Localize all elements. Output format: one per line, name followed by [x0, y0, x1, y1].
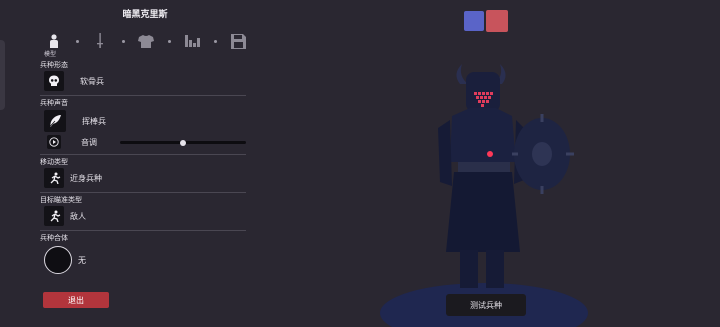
- unit-form-title: 兵种形态: [40, 61, 68, 69]
- sword-icon: [97, 33, 103, 48]
- step-weapons[interactable]: [92, 32, 108, 50]
- running-figure-icon: [50, 210, 60, 222]
- unit-combo-slot[interactable]: [44, 246, 72, 274]
- unit-name-title: 暗黑克里斯: [122, 10, 168, 20]
- movement-type-section: 移动类型 近身兵种: [40, 157, 246, 193]
- unit-voice-row[interactable]: 挥棒兵: [40, 108, 246, 134]
- floppy-disk-icon: [230, 33, 246, 49]
- step-separator: [167, 39, 171, 43]
- step-stats[interactable]: [184, 32, 200, 50]
- primary-color-swatch[interactable]: [464, 11, 484, 31]
- unit-character-model[interactable]: [430, 62, 580, 302]
- unit-combo-section: 兵种合体 无: [40, 233, 246, 279]
- target-type-value: 敌人: [70, 211, 86, 221]
- unit-form-row[interactable]: 软骨兵: [40, 70, 246, 92]
- unit-voice-icon-box[interactable]: [44, 110, 66, 132]
- skull-icon: [49, 75, 59, 86]
- step-clothing[interactable]: [138, 32, 154, 50]
- feather-icon: [48, 115, 61, 128]
- step-model-label: 模型: [44, 51, 57, 58]
- step-separator: [213, 39, 217, 43]
- step-save[interactable]: [230, 32, 246, 50]
- person-icon: [50, 34, 58, 48]
- unit-voice-section: 兵种声音 挥棒兵 音调: [40, 98, 246, 155]
- running-figure-icon: [50, 172, 60, 184]
- movement-type-title: 移动类型: [40, 158, 68, 166]
- step-separator: [75, 39, 79, 43]
- pitch-slider[interactable]: [120, 139, 246, 146]
- movement-type-row[interactable]: 近身兵种: [40, 167, 246, 189]
- play-voice-button[interactable]: [47, 135, 61, 149]
- side-drawer-tab[interactable]: [0, 40, 5, 110]
- unit-form-section: 兵种形态 软骨兵: [40, 60, 246, 96]
- test-unit-button[interactable]: 测试兵种: [446, 294, 526, 316]
- target-type-title: 目标瞄准类型: [40, 196, 82, 204]
- unit-form-value: 软骨兵: [80, 76, 104, 86]
- bar-chart-icon: [184, 35, 200, 47]
- movement-type-value: 近身兵种: [70, 173, 102, 183]
- play-icon: [49, 137, 59, 147]
- target-type-section: 目标瞄准类型 敌人: [40, 195, 246, 231]
- unit-voice-value: 挥棒兵: [82, 116, 106, 126]
- pitch-row: 音调: [40, 134, 246, 150]
- pitch-slider-knob[interactable]: [180, 139, 186, 146]
- step-separator: [121, 39, 125, 43]
- editor-steps-bar: 模型: [40, 30, 250, 58]
- target-type-icon-box[interactable]: [44, 206, 64, 226]
- unit-combo-row[interactable]: 无: [40, 243, 246, 277]
- unit-editor-panel: 暗黑克里斯 模型 兵种形态 软骨兵 兵种声音 挥棒兵 音调 移动类型 近身兵种 …: [40, 8, 250, 318]
- unit-voice-title: 兵种声音: [40, 99, 68, 107]
- step-model[interactable]: 模型: [44, 32, 62, 58]
- shirt-icon: [138, 34, 154, 48]
- pitch-label: 音调: [81, 137, 97, 147]
- unit-form-icon-box[interactable]: [44, 71, 64, 91]
- movement-type-icon-box[interactable]: [44, 168, 64, 188]
- secondary-color-swatch[interactable]: [486, 10, 508, 32]
- target-type-row[interactable]: 敌人: [40, 205, 246, 227]
- unit-combo-value: 无: [78, 255, 86, 265]
- exit-button[interactable]: 退出: [43, 292, 109, 308]
- unit-combo-title: 兵种合体: [40, 234, 68, 242]
